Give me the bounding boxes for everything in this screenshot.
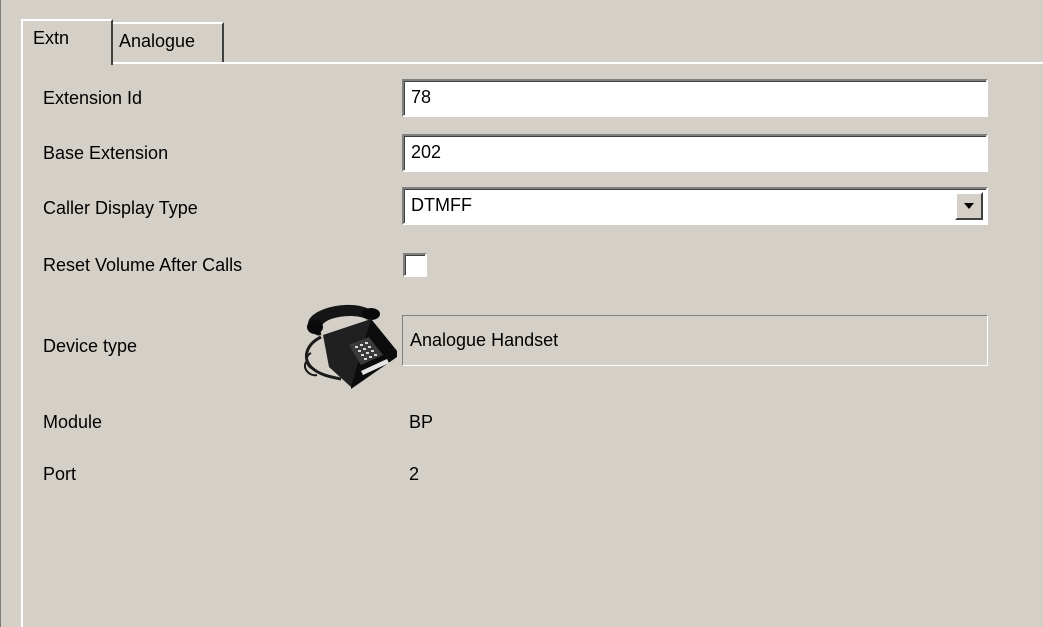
tab-analogue[interactable]: Analogue xyxy=(109,22,224,62)
reset-volume-checkbox[interactable] xyxy=(403,253,427,277)
tab-panel-border xyxy=(21,62,1043,64)
properties-panel: Extn Analogue Extension Id 78 Base Exten… xyxy=(0,0,1043,627)
tab-extn[interactable]: Extn xyxy=(21,19,113,65)
dropdown-button[interactable] xyxy=(955,192,983,220)
extension-id-input[interactable]: 78 xyxy=(402,79,988,117)
caller-display-type-value: DTMFF xyxy=(411,195,472,215)
tab-extn-label: Extn xyxy=(33,28,70,48)
device-type-label: Device type xyxy=(43,336,138,356)
port-label: Port xyxy=(43,464,77,484)
reset-volume-label: Reset Volume After Calls xyxy=(43,255,243,275)
extension-id-label: Extension Id xyxy=(43,88,143,108)
tab-panel-border-left xyxy=(21,62,23,627)
chevron-down-icon xyxy=(964,203,974,209)
base-extension-input[interactable]: 202 xyxy=(402,134,988,172)
tab-analogue-label: Analogue xyxy=(119,31,196,51)
telephone-icon xyxy=(303,304,397,389)
module-label: Module xyxy=(43,412,103,432)
caller-display-type-select[interactable]: DTMFF xyxy=(402,187,988,225)
base-extension-label: Base Extension xyxy=(43,143,169,163)
port-value: 2 xyxy=(409,464,420,484)
device-type-field: Analogue Handset xyxy=(402,315,988,366)
module-value: BP xyxy=(409,412,434,432)
caller-display-type-label: Caller Display Type xyxy=(43,198,198,218)
